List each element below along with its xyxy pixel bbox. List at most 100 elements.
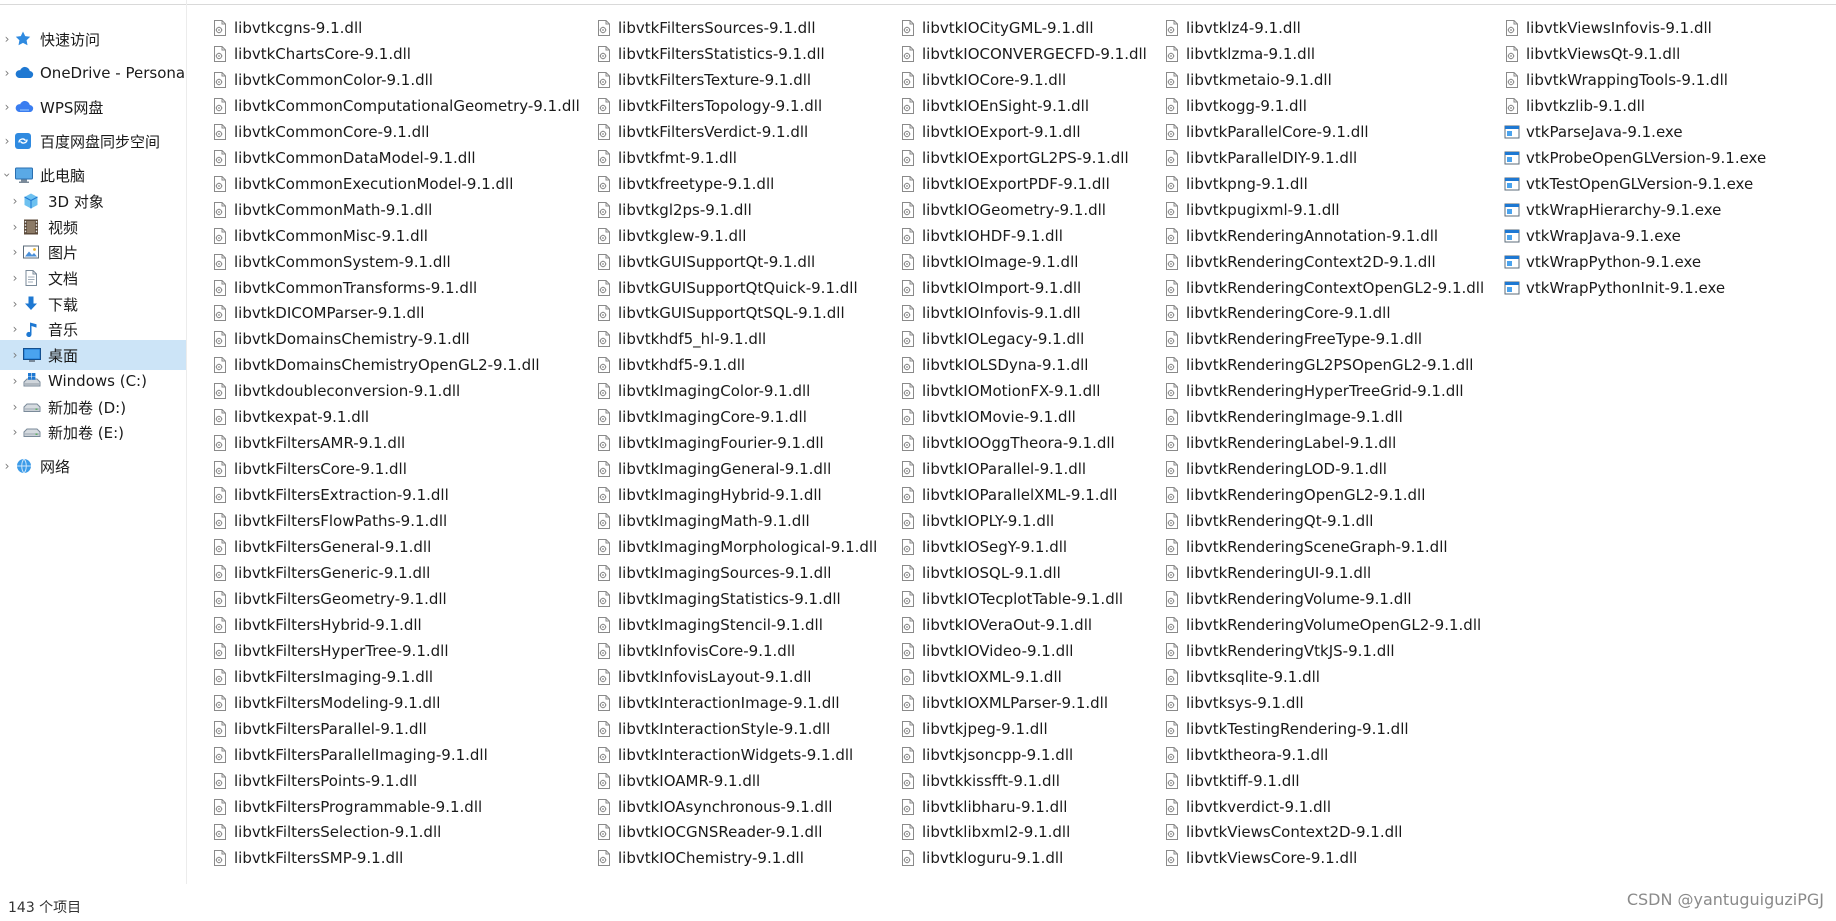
chevron-right-icon[interactable]: › [8,374,22,388]
file-item[interactable]: libvtkFiltersHyperTree-9.1.dll [212,639,448,663]
chevron-right-icon[interactable]: › [8,271,22,285]
file-item[interactable]: libvtkIOExportPDF-9.1.dll [900,172,1110,196]
file-item[interactable]: libvtkIOExport-9.1.dll [900,120,1081,144]
file-item[interactable]: libvtkgl2ps-9.1.dll [596,198,752,222]
chevron-right-icon[interactable]: › [8,425,22,439]
file-item[interactable]: libvtkFiltersModeling-9.1.dll [212,691,440,715]
file-item[interactable]: libvtkParallelDIY-9.1.dll [1164,146,1357,170]
file-item[interactable]: libvtkDomainsChemistry-9.1.dll [212,327,470,351]
file-item[interactable]: libvtklz4-9.1.dll [1164,16,1301,40]
file-item[interactable]: libvtkIOLegacy-9.1.dll [900,327,1084,351]
file-item[interactable]: libvtkImagingMath-9.1.dll [596,509,810,533]
file-item[interactable]: libvtkImagingGeneral-9.1.dll [596,457,831,481]
file-item[interactable]: libvtkCommonMisc-9.1.dll [212,224,428,248]
file-item[interactable]: libvtklibharu-9.1.dll [900,795,1067,819]
file-item[interactable]: libvtkIOXMLParser-9.1.dll [900,691,1108,715]
file-item[interactable]: libvtkRenderingLabel-9.1.dll [1164,431,1396,455]
file-item[interactable]: libvtkInteractionWidgets-9.1.dll [596,743,853,767]
file-item[interactable]: libvtkFiltersHybrid-9.1.dll [212,613,422,637]
file-item[interactable]: vtkWrapJava-9.1.exe [1504,224,1681,248]
file-item[interactable]: libvtkglew-9.1.dll [596,224,746,248]
file-item[interactable]: libvtkRenderingAnnotation-9.1.dll [1164,224,1438,248]
file-item[interactable]: libvtkInteractionStyle-9.1.dll [596,717,830,741]
file-item[interactable]: libvtkTestingRendering-9.1.dll [1164,717,1409,741]
chevron-right-icon[interactable]: › [8,348,22,362]
file-item[interactable]: libvtkViewsQt-9.1.dll [1504,42,1680,66]
file-item[interactable]: libvtkInteractionImage-9.1.dll [596,691,840,715]
file-item[interactable]: libvtkIOParallelXML-9.1.dll [900,483,1117,507]
file-item[interactable]: libvtkFiltersGeometry-9.1.dll [212,587,447,611]
file-item[interactable]: libvtkkissfft-9.1.dll [900,769,1060,793]
file-item[interactable]: libvtkIOCONVERGECFD-9.1.dll [900,42,1147,66]
file-item[interactable]: libvtklibxml2-9.1.dll [900,820,1070,844]
file-item[interactable]: libvtkViewsCore-9.1.dll [1164,846,1357,870]
file-item[interactable]: libvtkRenderingVolume-9.1.dll [1164,587,1412,611]
file-item[interactable]: libvtkFiltersAMR-9.1.dll [212,431,405,455]
file-item[interactable]: libvtkImagingStatistics-9.1.dll [596,587,841,611]
file-item[interactable]: libvtkImagingCore-9.1.dll [596,405,807,429]
file-item[interactable]: libvtkCommonDataModel-9.1.dll [212,146,476,170]
file-item[interactable]: libvtkFiltersTexture-9.1.dll [596,68,811,92]
file-item[interactable]: libvtkCommonMath-9.1.dll [212,198,432,222]
nav-item-1[interactable]: › OneDrive - Persona [0,58,186,88]
file-item[interactable]: libvtkIOGeometry-9.1.dll [900,198,1106,222]
file-item[interactable]: libvtkdoubleconversion-9.1.dll [212,379,460,403]
file-item[interactable]: vtkParseJava-9.1.exe [1504,120,1683,144]
file-item[interactable]: libvtkInfovisCore-9.1.dll [596,639,795,663]
file-item[interactable]: libvtkIOCore-9.1.dll [900,68,1066,92]
chevron-right-icon[interactable]: › [0,459,14,473]
file-item[interactable]: libvtkFiltersSources-9.1.dll [596,16,816,40]
file-item[interactable]: libvtktheora-9.1.dll [1164,743,1328,767]
file-item[interactable]: libvtkCommonCore-9.1.dll [212,120,429,144]
file-item[interactable]: libvtkFiltersParallel-9.1.dll [212,717,427,741]
file-item[interactable]: libvtkIOParallel-9.1.dll [900,457,1086,481]
nav-item-3[interactable]: › 百度网盘同步空间 [0,126,186,156]
chevron-right-icon[interactable]: › [8,400,22,414]
file-item[interactable]: vtkWrapPython-9.1.exe [1504,250,1701,274]
file-item[interactable]: libvtkRenderingImage-9.1.dll [1164,405,1403,429]
file-item[interactable]: libvtkChartsCore-9.1.dll [212,42,411,66]
file-item[interactable]: libvtkInfovisLayout-9.1.dll [596,665,811,689]
file-item[interactable]: libvtkRenderingHyperTreeGrid-9.1.dll [1164,379,1464,403]
file-item[interactable]: libvtkFiltersExtraction-9.1.dll [212,483,449,507]
file-item[interactable]: libvtkIOCGNSReader-9.1.dll [596,820,822,844]
file-item[interactable]: libvtkFiltersParallelImaging-9.1.dll [212,743,488,767]
chevron-right-icon[interactable]: › [0,100,14,114]
file-item[interactable]: libvtkImagingColor-9.1.dll [596,379,810,403]
file-item[interactable]: libvtkIOMovie-9.1.dll [900,405,1076,429]
file-item[interactable]: libvtkogg-9.1.dll [1164,94,1307,118]
file-item[interactable]: libvtktiff-9.1.dll [1164,769,1300,793]
file-item[interactable]: libvtkCommonSystem-9.1.dll [212,250,451,274]
file-item[interactable]: vtkWrapHierarchy-9.1.exe [1504,198,1721,222]
file-item[interactable]: libvtkFiltersStatistics-9.1.dll [596,42,825,66]
file-item[interactable]: libvtkRenderingContext2D-9.1.dll [1164,250,1436,274]
file-item[interactable]: libvtkIOTecplotTable-9.1.dll [900,587,1123,611]
chevron-right-icon[interactable]: › [0,66,14,80]
chevron-right-icon[interactable]: › [0,134,14,148]
file-item[interactable]: libvtkIOImage-9.1.dll [900,250,1078,274]
file-item[interactable]: libvtkIOVeraOut-9.1.dll [900,613,1092,637]
file-item[interactable]: libvtkDomainsChemistryOpenGL2-9.1.dll [212,353,540,377]
file-item[interactable]: libvtkRenderingQt-9.1.dll [1164,509,1373,533]
file-item[interactable]: libvtkRenderingUI-9.1.dll [1164,561,1371,585]
file-item[interactable]: libvtkjsoncpp-9.1.dll [900,743,1073,767]
file-item[interactable]: libvtkRenderingFreeType-9.1.dll [1164,327,1422,351]
file-item[interactable]: libvtkIOSegY-9.1.dll [900,535,1067,559]
file-item[interactable]: libvtkFiltersSelection-9.1.dll [212,820,441,844]
file-item[interactable]: libvtkIOChemistry-9.1.dll [596,846,804,870]
file-item[interactable]: libvtkcgns-9.1.dll [212,16,362,40]
file-item[interactable]: libvtkzlib-9.1.dll [1504,94,1645,118]
chevron-right-icon[interactable]: › [8,220,22,234]
file-item[interactable]: libvtkfmt-9.1.dll [596,146,737,170]
file-item[interactable]: libvtkRenderingContextOpenGL2-9.1.dll [1164,276,1484,300]
chevron-right-icon[interactable]: › [0,32,14,46]
file-item[interactable]: libvtkIOOggTheora-9.1.dll [900,431,1115,455]
file-item[interactable]: libvtkCommonTransforms-9.1.dll [212,276,477,300]
file-item[interactable]: libvtkFiltersProgrammable-9.1.dll [212,795,482,819]
file-item[interactable]: libvtkGUISupportQtSQL-9.1.dll [596,301,845,325]
file-item[interactable]: libvtkRenderingVolumeOpenGL2-9.1.dll [1164,613,1481,637]
file-item[interactable]: libvtksqlite-9.1.dll [1164,665,1320,689]
file-item[interactable]: libvtkFiltersCore-9.1.dll [212,457,407,481]
chevron-right-icon[interactable]: › [8,322,22,336]
file-item[interactable]: libvtkFiltersGeneral-9.1.dll [212,535,431,559]
